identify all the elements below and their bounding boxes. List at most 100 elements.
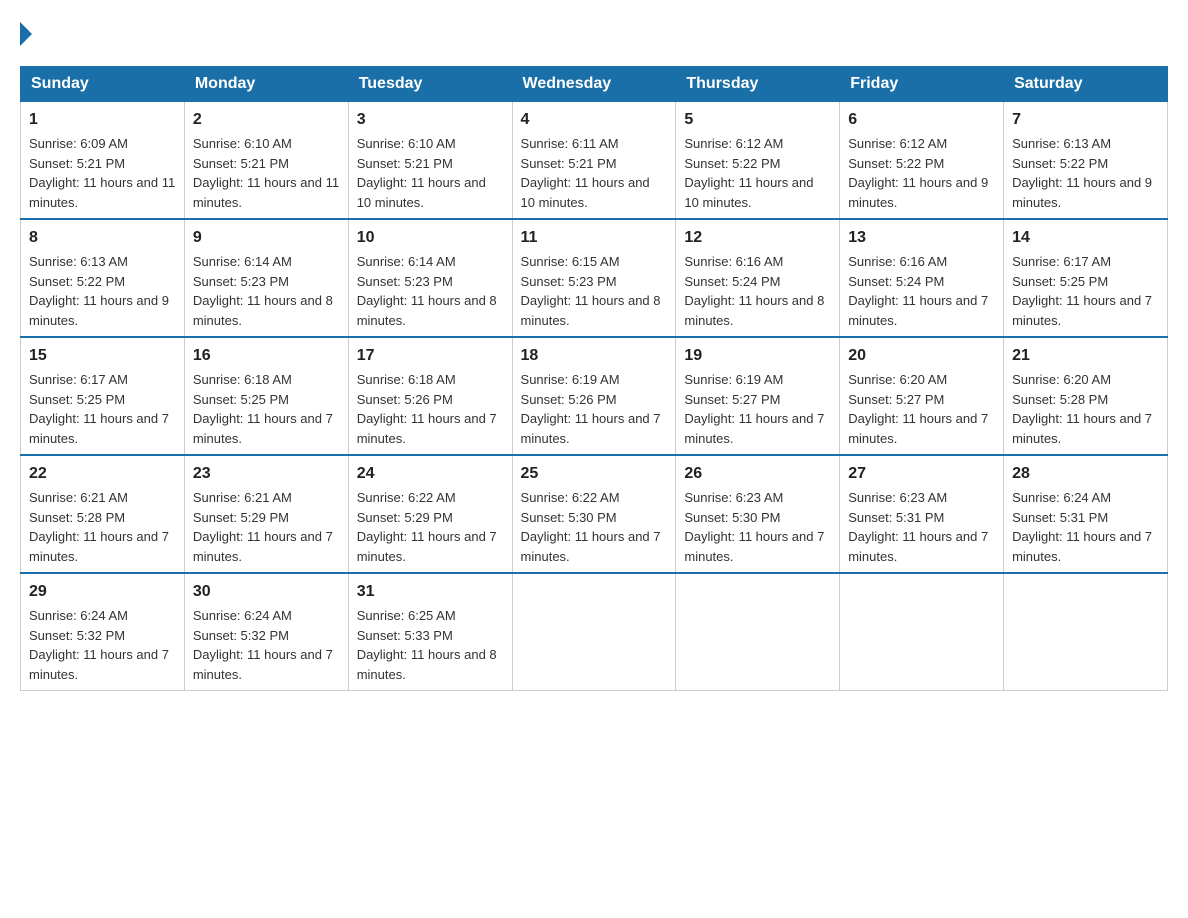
sunrise-text: Sunrise: 6:12 AM <box>684 136 783 151</box>
day-number: 2 <box>193 108 340 132</box>
sunset-text: Sunset: 5:21 PM <box>29 156 125 171</box>
sunrise-text: Sunrise: 6:16 AM <box>848 254 947 269</box>
day-number: 22 <box>29 462 176 486</box>
day-number: 13 <box>848 226 995 250</box>
day-number: 18 <box>521 344 668 368</box>
sunset-text: Sunset: 5:24 PM <box>684 274 780 289</box>
sunrise-text: Sunrise: 6:12 AM <box>848 136 947 151</box>
sunrise-text: Sunrise: 6:10 AM <box>193 136 292 151</box>
sunset-text: Sunset: 5:25 PM <box>29 392 125 407</box>
calendar-day-cell: 24 Sunrise: 6:22 AM Sunset: 5:29 PM Dayl… <box>348 455 512 573</box>
sunset-text: Sunset: 5:27 PM <box>684 392 780 407</box>
calendar-day-cell: 10 Sunrise: 6:14 AM Sunset: 5:23 PM Dayl… <box>348 219 512 337</box>
sunrise-text: Sunrise: 6:23 AM <box>684 490 783 505</box>
daylight-text: Daylight: 11 hours and 8 minutes. <box>684 293 824 328</box>
calendar-day-cell: 13 Sunrise: 6:16 AM Sunset: 5:24 PM Dayl… <box>840 219 1004 337</box>
calendar-day-cell: 15 Sunrise: 6:17 AM Sunset: 5:25 PM Dayl… <box>21 337 185 455</box>
day-number: 14 <box>1012 226 1159 250</box>
sunrise-text: Sunrise: 6:19 AM <box>521 372 620 387</box>
sunrise-text: Sunrise: 6:15 AM <box>521 254 620 269</box>
day-of-week-header: Monday <box>184 67 348 102</box>
day-of-week-header: Wednesday <box>512 67 676 102</box>
sunset-text: Sunset: 5:21 PM <box>357 156 453 171</box>
daylight-text: Daylight: 11 hours and 7 minutes. <box>521 411 661 446</box>
sunrise-text: Sunrise: 6:10 AM <box>357 136 456 151</box>
sunset-text: Sunset: 5:30 PM <box>521 510 617 525</box>
calendar-day-cell: 27 Sunrise: 6:23 AM Sunset: 5:31 PM Dayl… <box>840 455 1004 573</box>
sunrise-text: Sunrise: 6:17 AM <box>1012 254 1111 269</box>
daylight-text: Daylight: 11 hours and 7 minutes. <box>1012 411 1152 446</box>
calendar-day-cell: 16 Sunrise: 6:18 AM Sunset: 5:25 PM Dayl… <box>184 337 348 455</box>
calendar-day-cell: 3 Sunrise: 6:10 AM Sunset: 5:21 PM Dayli… <box>348 102 512 220</box>
daylight-text: Daylight: 11 hours and 9 minutes. <box>29 293 169 328</box>
daylight-text: Daylight: 11 hours and 7 minutes. <box>193 647 333 682</box>
sunset-text: Sunset: 5:33 PM <box>357 628 453 643</box>
calendar-day-cell: 22 Sunrise: 6:21 AM Sunset: 5:28 PM Dayl… <box>21 455 185 573</box>
daylight-text: Daylight: 11 hours and 7 minutes. <box>521 529 661 564</box>
day-number: 10 <box>357 226 504 250</box>
sunset-text: Sunset: 5:28 PM <box>29 510 125 525</box>
calendar-day-cell: 2 Sunrise: 6:10 AM Sunset: 5:21 PM Dayli… <box>184 102 348 220</box>
day-number: 27 <box>848 462 995 486</box>
sunset-text: Sunset: 5:25 PM <box>193 392 289 407</box>
day-number: 12 <box>684 226 831 250</box>
calendar-day-cell: 21 Sunrise: 6:20 AM Sunset: 5:28 PM Dayl… <box>1004 337 1168 455</box>
sunset-text: Sunset: 5:22 PM <box>1012 156 1108 171</box>
daylight-text: Daylight: 11 hours and 10 minutes. <box>521 175 650 210</box>
sunrise-text: Sunrise: 6:25 AM <box>357 608 456 623</box>
sunrise-text: Sunrise: 6:22 AM <box>521 490 620 505</box>
calendar-day-cell: 25 Sunrise: 6:22 AM Sunset: 5:30 PM Dayl… <box>512 455 676 573</box>
daylight-text: Daylight: 11 hours and 10 minutes. <box>684 175 813 210</box>
daylight-text: Daylight: 11 hours and 8 minutes. <box>357 647 497 682</box>
sunset-text: Sunset: 5:27 PM <box>848 392 944 407</box>
calendar-week-row: 15 Sunrise: 6:17 AM Sunset: 5:25 PM Dayl… <box>21 337 1168 455</box>
calendar-day-cell: 14 Sunrise: 6:17 AM Sunset: 5:25 PM Dayl… <box>1004 219 1168 337</box>
calendar-day-cell: 5 Sunrise: 6:12 AM Sunset: 5:22 PM Dayli… <box>676 102 840 220</box>
calendar-day-cell: 19 Sunrise: 6:19 AM Sunset: 5:27 PM Dayl… <box>676 337 840 455</box>
daylight-text: Daylight: 11 hours and 7 minutes. <box>193 411 333 446</box>
sunset-text: Sunset: 5:32 PM <box>193 628 289 643</box>
daylight-text: Daylight: 11 hours and 7 minutes. <box>29 647 169 682</box>
sunrise-text: Sunrise: 6:13 AM <box>1012 136 1111 151</box>
calendar-day-cell: 31 Sunrise: 6:25 AM Sunset: 5:33 PM Dayl… <box>348 573 512 691</box>
page-header <box>20 20 1168 46</box>
day-number: 5 <box>684 108 831 132</box>
calendar-day-cell: 20 Sunrise: 6:20 AM Sunset: 5:27 PM Dayl… <box>840 337 1004 455</box>
sunrise-text: Sunrise: 6:11 AM <box>521 136 619 151</box>
day-number: 4 <box>521 108 668 132</box>
sunset-text: Sunset: 5:24 PM <box>848 274 944 289</box>
calendar-day-cell <box>512 573 676 691</box>
calendar-day-cell: 26 Sunrise: 6:23 AM Sunset: 5:30 PM Dayl… <box>676 455 840 573</box>
daylight-text: Daylight: 11 hours and 11 minutes. <box>29 175 175 210</box>
daylight-text: Daylight: 11 hours and 7 minutes. <box>29 411 169 446</box>
sunrise-text: Sunrise: 6:24 AM <box>29 608 128 623</box>
day-number: 3 <box>357 108 504 132</box>
sunset-text: Sunset: 5:29 PM <box>193 510 289 525</box>
sunset-text: Sunset: 5:32 PM <box>29 628 125 643</box>
day-number: 19 <box>684 344 831 368</box>
calendar-day-cell: 9 Sunrise: 6:14 AM Sunset: 5:23 PM Dayli… <box>184 219 348 337</box>
sunset-text: Sunset: 5:23 PM <box>357 274 453 289</box>
sunset-text: Sunset: 5:21 PM <box>521 156 617 171</box>
sunrise-text: Sunrise: 6:23 AM <box>848 490 947 505</box>
daylight-text: Daylight: 11 hours and 7 minutes. <box>684 529 824 564</box>
calendar-day-cell: 4 Sunrise: 6:11 AM Sunset: 5:21 PM Dayli… <box>512 102 676 220</box>
sunrise-text: Sunrise: 6:21 AM <box>29 490 128 505</box>
sunrise-text: Sunrise: 6:17 AM <box>29 372 128 387</box>
day-number: 11 <box>521 226 668 250</box>
calendar-day-cell: 18 Sunrise: 6:19 AM Sunset: 5:26 PM Dayl… <box>512 337 676 455</box>
day-number: 6 <box>848 108 995 132</box>
day-number: 23 <box>193 462 340 486</box>
sunrise-text: Sunrise: 6:24 AM <box>193 608 292 623</box>
daylight-text: Daylight: 11 hours and 7 minutes. <box>29 529 169 564</box>
calendar-week-row: 29 Sunrise: 6:24 AM Sunset: 5:32 PM Dayl… <box>21 573 1168 691</box>
sunset-text: Sunset: 5:26 PM <box>357 392 453 407</box>
sunrise-text: Sunrise: 6:22 AM <box>357 490 456 505</box>
day-number: 17 <box>357 344 504 368</box>
calendar-day-cell: 23 Sunrise: 6:21 AM Sunset: 5:29 PM Dayl… <box>184 455 348 573</box>
calendar-day-cell: 30 Sunrise: 6:24 AM Sunset: 5:32 PM Dayl… <box>184 573 348 691</box>
sunset-text: Sunset: 5:22 PM <box>684 156 780 171</box>
sunrise-text: Sunrise: 6:19 AM <box>684 372 783 387</box>
day-number: 31 <box>357 580 504 604</box>
calendar-day-cell <box>676 573 840 691</box>
